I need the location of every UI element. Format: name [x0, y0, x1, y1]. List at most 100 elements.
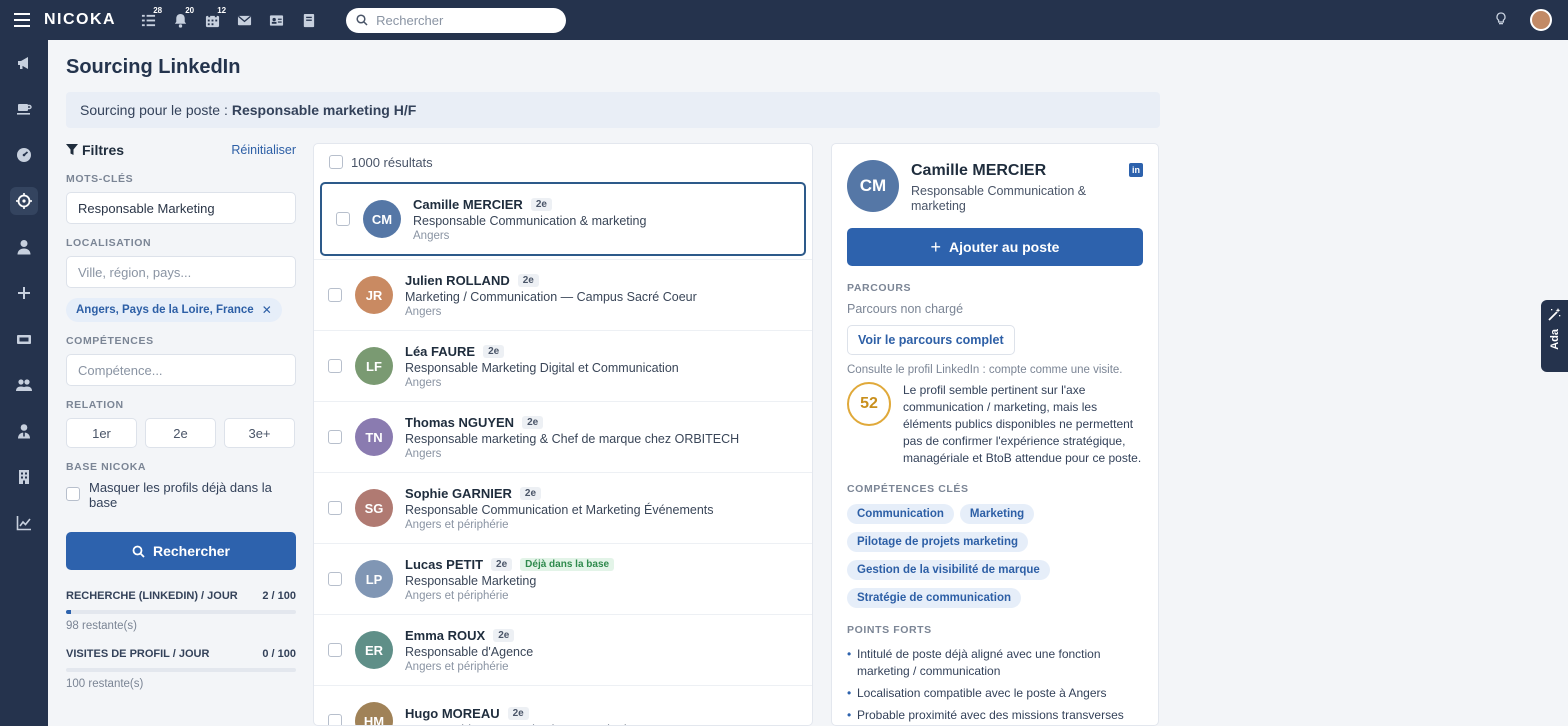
- result-row[interactable]: LF Léa FAURE 2e Responsable Marketing Digit…: [314, 330, 812, 401]
- result-row[interactable]: HM Hugo MOREAU 2e Responsable Communication…: [314, 685, 812, 726]
- result-row[interactable]: TN Thomas NGUYEN 2e Responsable marketing &…: [314, 401, 812, 472]
- strengths-label: POINTS FORTS: [847, 624, 932, 636]
- result-location: Angers: [405, 305, 442, 318]
- result-name[interactable]: Léa FAURE: [405, 344, 475, 359]
- lightbulb-icon[interactable]: [1494, 11, 1530, 29]
- degree-badge: 2e: [491, 557, 513, 571]
- relation-2nd-button[interactable]: 2e: [145, 418, 216, 448]
- keywords-label: MOTS-CLÉS: [66, 173, 134, 185]
- sidebar-item-companies[interactable]: [0, 454, 48, 500]
- location-input[interactable]: [66, 256, 296, 288]
- linkedin-icon[interactable]: in: [1129, 163, 1143, 177]
- result-row[interactable]: ER Emma ROUX 2e Responsable d'Agence Angers …: [314, 614, 812, 685]
- global-search[interactable]: [346, 7, 567, 33]
- result-position: Responsable Marketing Digital et Communi…: [405, 360, 679, 375]
- sidebar-item-dashboard[interactable]: [0, 132, 48, 178]
- key-skills-label: COMPÉTENCES CLÉS: [847, 483, 969, 495]
- result-avatar: HM: [355, 702, 393, 725]
- search-icon: [132, 545, 145, 558]
- select-all-checkbox[interactable]: [329, 155, 343, 169]
- global-search-input[interactable]: [376, 12, 547, 28]
- visits-quota-remaining: 100 restante(s): [66, 678, 144, 690]
- result-checkbox[interactable]: [336, 212, 350, 226]
- search-quota: RECHERCHE (LINKEDIN) / JOUR 2 / 100 98 r…: [66, 590, 296, 632]
- result-name[interactable]: Emma ROUX: [405, 628, 485, 643]
- bell-icon[interactable]: 20: [164, 0, 196, 40]
- sidebar-item-tickets[interactable]: [0, 316, 48, 362]
- result-row[interactable]: LP Lucas PETIT 2e Déjà dans la base Responsa…: [314, 543, 812, 614]
- result-checkbox[interactable]: [328, 572, 342, 586]
- sidebar-item-analytics[interactable]: [0, 500, 48, 546]
- reset-filters-link[interactable]: Réinitialiser: [231, 143, 296, 157]
- result-position: Responsable d'Agence: [405, 644, 534, 659]
- menu-icon[interactable]: [0, 0, 44, 40]
- filters-title: Filtres: [66, 142, 124, 158]
- banner-prefix: Sourcing pour le poste :: [80, 102, 228, 118]
- tasks-badge: 28: [153, 6, 163, 15]
- calendar-icon[interactable]: 12: [196, 0, 228, 40]
- user-avatar[interactable]: [1530, 9, 1552, 31]
- search-quota-remaining: 98 restante(s): [66, 620, 137, 632]
- person-icon: [17, 240, 31, 255]
- search-button[interactable]: Rechercher: [66, 532, 296, 570]
- profile-detail-panel: CM Camille MERCIER Responsable Communica…: [831, 143, 1159, 726]
- sidebar-item-campaigns[interactable]: [0, 40, 48, 86]
- relation-3rd-button[interactable]: 3e+: [224, 418, 295, 448]
- sidebar-item-add[interactable]: [0, 270, 48, 316]
- result-checkbox[interactable]: [328, 288, 342, 302]
- result-name[interactable]: Hugo MOREAU: [405, 706, 500, 721]
- sidebar-item-teams[interactable]: [0, 362, 48, 408]
- skill-chip: Stratégie de communication: [847, 588, 1022, 608]
- result-location: Angers: [405, 376, 442, 389]
- search-quota-fill: [66, 610, 71, 614]
- sidebar-item-coffee[interactable]: [0, 86, 48, 132]
- app-logo[interactable]: NICOKA: [44, 11, 116, 29]
- sidebar-item-candidates[interactable]: [0, 224, 48, 270]
- result-name[interactable]: Julien ROLLAND: [405, 273, 510, 288]
- result-position: Responsable Marketing: [405, 573, 537, 588]
- degree-badge: 2e: [530, 197, 552, 211]
- result-checkbox[interactable]: [328, 430, 342, 444]
- result-checkbox[interactable]: [328, 643, 342, 657]
- calendar-badge: 12: [217, 6, 227, 15]
- result-position: Responsable Communication et Marketing: [405, 723, 641, 726]
- strengths-list: Intitulé de poste déjà aligné avec une f…: [847, 646, 1143, 724]
- mail-icon[interactable]: [228, 0, 260, 40]
- skills-input[interactable]: [66, 354, 296, 386]
- sidebar-item-employees[interactable]: [0, 408, 48, 454]
- book-icon[interactable]: [292, 0, 324, 40]
- result-name[interactable]: Lucas PETIT: [405, 557, 483, 572]
- search-button-label: Rechercher: [152, 543, 231, 559]
- result-checkbox[interactable]: [328, 714, 342, 725]
- relation-1st-button[interactable]: 1er: [66, 418, 137, 448]
- remove-chip-icon[interactable]: ✕: [262, 303, 272, 317]
- result-location: Angers et périphérie: [405, 518, 509, 531]
- result-name[interactable]: Thomas NGUYEN: [405, 415, 514, 430]
- hide-in-base-checkbox[interactable]: [66, 487, 80, 501]
- tasks-icon[interactable]: 28: [132, 0, 164, 40]
- degree-badge: 2e: [493, 628, 515, 642]
- banner-job-title[interactable]: Responsable marketing H/F: [232, 102, 416, 118]
- add-to-job-button[interactable]: + Ajouter au poste: [847, 228, 1143, 266]
- sidebar-item-sourcing[interactable]: [0, 178, 48, 224]
- result-checkbox[interactable]: [328, 501, 342, 515]
- keywords-input[interactable]: [66, 192, 296, 224]
- degree-badge: 2e: [483, 344, 505, 358]
- parcours-status: Parcours non chargé: [847, 302, 964, 316]
- result-row[interactable]: CM Camille MERCIER 2e Responsable Communica…: [320, 182, 806, 256]
- result-checkbox[interactable]: [328, 359, 342, 373]
- result-name[interactable]: Camille MERCIER: [413, 197, 523, 212]
- plus-icon: [18, 287, 30, 299]
- ada-assistant-tab[interactable]: Ada: [1541, 300, 1568, 372]
- add-to-job-label: Ajouter au poste: [949, 239, 1060, 255]
- magic-wand-icon: [1548, 308, 1561, 321]
- contact-card-icon[interactable]: [260, 0, 292, 40]
- result-name[interactable]: Sophie GARNIER: [405, 486, 512, 501]
- result-row[interactable]: JR Julien ROLLAND 2e Marketing / Communicat…: [314, 259, 812, 330]
- search-quota-bar: [66, 610, 296, 614]
- notifications-badge: 20: [185, 6, 195, 15]
- page-title: Sourcing LinkedIn: [66, 56, 241, 78]
- view-full-parcours-button[interactable]: Voir le parcours complet: [847, 325, 1015, 355]
- result-row[interactable]: SG Sophie GARNIER 2e Responsable Communicat…: [314, 472, 812, 543]
- hide-in-base-option[interactable]: Masquer les profils déjà dans la base: [66, 480, 296, 510]
